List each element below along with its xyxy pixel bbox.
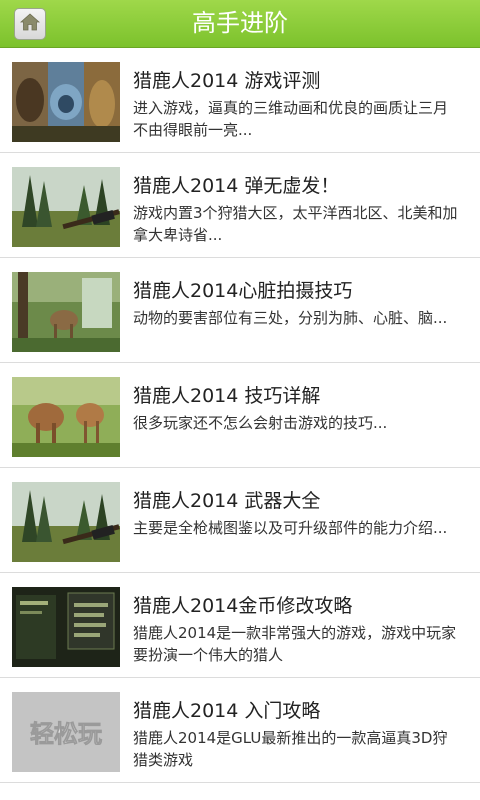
article-title: 猎鹿人2014金币修改攻略 xyxy=(133,595,353,617)
article-list: 猎鹿人2014 游戏评测 进入游戏，逼真的三维动画和优良的画质让三月不由得眼前一… xyxy=(0,48,480,783)
article-title: 猎鹿人2014 武器大全 xyxy=(133,490,321,512)
thumbnail-image xyxy=(12,377,120,457)
article-summary: 动物的要害部位有三处，分别为肺、心脏、脑... xyxy=(133,309,448,327)
list-item[interactable]: 猎鹿人2014 武器大全 主要是全枪械图鉴以及可升级部件的能力介绍... xyxy=(0,468,480,573)
list-item[interactable]: 猎鹿人2014心脏拍摄技巧 动物的要害部位有三处，分别为肺、心脏、脑... xyxy=(0,258,480,363)
thumb-logo-text: 轻松玩 xyxy=(30,720,102,748)
article-title: 猎鹿人2014 弹无虚发！ xyxy=(133,175,340,197)
list-item[interactable]: 猎鹿人2014金币修改攻略 猎鹿人2014是一款非常强大的游戏，游戏中玩家要扮演… xyxy=(0,573,480,678)
thumbnail-image xyxy=(12,482,120,562)
article-summary: 游戏内置3个狩猎大区，太平洋西北区、北美和加拿大卑诗省... xyxy=(133,204,458,244)
article-summary: 很多玩家还不怎么会射击游戏的技巧... xyxy=(133,414,388,432)
thumbnail-image xyxy=(12,62,120,142)
article-summary: 主要是全枪械图鉴以及可升级部件的能力介绍... xyxy=(133,519,448,537)
article-title: 猎鹿人2014 游戏评测 xyxy=(133,70,321,92)
page-title: 高手进阶 xyxy=(192,9,288,37)
article-summary: 猎鹿人2014是一款非常强大的游戏，游戏中玩家要扮演一个伟大的猎人 xyxy=(133,624,457,664)
article-summary: 猎鹿人2014是GLU最新推出的一款高逼真3D狩猎类游戏 xyxy=(133,729,448,769)
list-item[interactable]: 猎鹿人2014 技巧详解 很多玩家还不怎么会射击游戏的技巧... xyxy=(0,363,480,468)
list-item[interactable]: 轻松玩 猎鹿人2014 入门攻略 猎鹿人2014是GLU最新推出的一款高逼真3D… xyxy=(0,678,480,783)
thumbnail-image xyxy=(12,167,120,247)
list-item[interactable]: 猎鹿人2014 游戏评测 进入游戏，逼真的三维动画和优良的画质让三月不由得眼前一… xyxy=(0,48,480,153)
thumbnail-image: 轻松玩 xyxy=(12,692,120,772)
list-item[interactable]: 猎鹿人2014 弹无虚发！ 游戏内置3个狩猎大区，太平洋西北区、北美和加拿大卑诗… xyxy=(0,153,480,258)
article-title: 猎鹿人2014心脏拍摄技巧 xyxy=(133,280,353,302)
article-title: 猎鹿人2014 技巧详解 xyxy=(133,385,321,407)
app-header: 高手进阶 xyxy=(0,0,480,48)
article-title: 猎鹿人2014 入门攻略 xyxy=(133,700,321,722)
thumbnail-image xyxy=(12,272,120,352)
article-summary: 进入游戏，逼真的三维动画和优良的画质让三月不由得眼前一亮... xyxy=(133,99,449,139)
thumbnail-image xyxy=(12,587,120,667)
